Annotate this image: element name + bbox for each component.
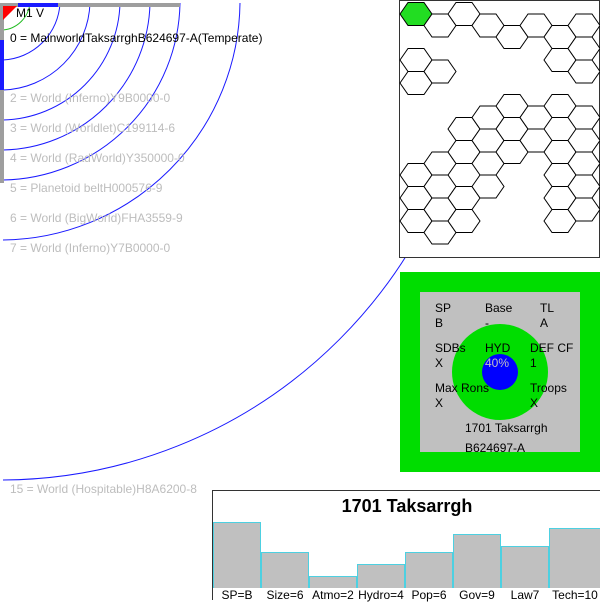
tl-label: TL bbox=[540, 301, 555, 315]
system-label-3[interactable]: 3 = World (Worldlet)C199114-6 bbox=[10, 121, 175, 135]
sdbs-value: X bbox=[435, 356, 444, 370]
chart-bar bbox=[261, 552, 309, 588]
sp-label: SP bbox=[435, 301, 452, 315]
system-label-0[interactable]: 0 = MainworldTaksarrghB624697-A(Temperat… bbox=[10, 31, 262, 45]
hyd-value: 40% bbox=[485, 356, 510, 370]
system-label-4[interactable]: 4 = World (RadWorld)Y350000-0 bbox=[10, 151, 185, 165]
left-scale-bar bbox=[0, 3, 4, 183]
chart-bar-labels: SP=B Size=6 Atmo=2 Hydro=4 Pop=6 Gov=9 Law7 Tec… bbox=[213, 588, 600, 602]
system-label-15[interactable]: 15 = World (Hospitable)H8A6200-8 bbox=[10, 482, 197, 496]
stats-chart-panel: 1701 Taksarrgh SP=B Size=6 Atmo=2 Hydro=4 Po… bbox=[212, 490, 600, 602]
tl-value: A bbox=[540, 316, 549, 330]
chart-bar bbox=[549, 528, 600, 588]
chart-bar bbox=[453, 534, 501, 588]
system-label-2[interactable]: 2 = World (Inferno)Y9B0000-0 bbox=[10, 91, 170, 105]
chart-bar bbox=[357, 564, 405, 588]
base-label: Base bbox=[485, 301, 513, 315]
sp-value: B bbox=[435, 316, 444, 330]
chart-bar bbox=[309, 576, 357, 588]
def-label: DEF CF bbox=[530, 341, 574, 355]
troops-value: X bbox=[530, 396, 539, 410]
system-label-7[interactable]: 7 = World (Inferno)Y7B0000-0 bbox=[10, 241, 170, 255]
chart-bar bbox=[405, 552, 453, 588]
world-panel: SP B Base - TL A SDBs X HYD 40% DEF CF 1… bbox=[400, 272, 600, 472]
sdbs-label: SDBs bbox=[435, 341, 466, 355]
chart-bar bbox=[501, 546, 549, 588]
troops-label: Troops bbox=[530, 381, 567, 395]
hyd-label: HYD bbox=[485, 341, 511, 355]
system-label-6[interactable]: 6 = World (BigWorld)FHA3559-9 bbox=[10, 211, 183, 225]
hex-map[interactable] bbox=[399, 0, 600, 258]
system-label-5[interactable]: 5 = Planetoid beltH000576-9 bbox=[10, 181, 162, 195]
hex-map-panel bbox=[399, 0, 600, 258]
world-uwp: B624697-A bbox=[465, 441, 526, 455]
star-label: M1 V bbox=[16, 6, 45, 20]
maxrons-label: Max Rons bbox=[435, 381, 490, 395]
base-value: - bbox=[485, 316, 489, 330]
chart-bars bbox=[213, 491, 600, 588]
chart-bar bbox=[213, 522, 261, 588]
def-value: 1 bbox=[530, 356, 537, 370]
left-scale-bar-accent bbox=[0, 40, 4, 90]
world-name: 1701 Taksarrgh bbox=[465, 421, 548, 435]
maxrons-value: X bbox=[435, 396, 444, 410]
hex-grid bbox=[399, 2, 600, 245]
